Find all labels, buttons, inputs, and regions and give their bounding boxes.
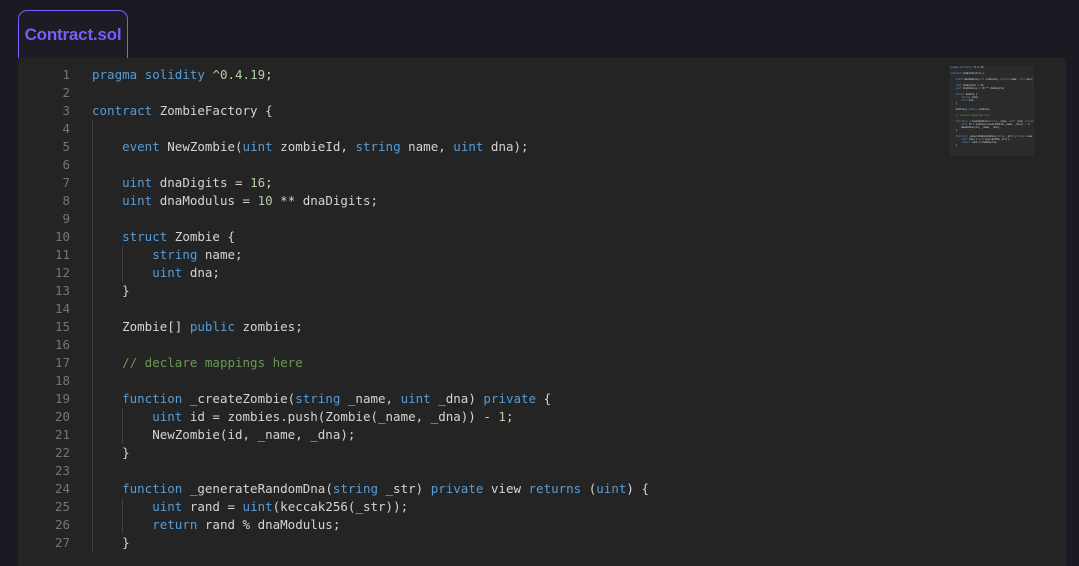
vertical-scrollbar[interactable] [1052,58,1066,566]
line-content: function _createZombie(string _name, uin… [122,391,552,406]
line-number: 13 [54,283,70,298]
code-line[interactable]: 1 pragma solidity ^0.4.19; [18,66,948,84]
line-content: Zombie[] public zombies; [92,319,303,334]
code-line[interactable]: 12 uint dna; [18,264,948,282]
line-content: string name; [152,247,243,262]
code-line[interactable]: 6 [18,156,948,174]
line-number: 24 [54,481,70,496]
line-number: 11 [54,247,70,262]
line-number: 14 [54,301,70,316]
line-number: 18 [54,373,70,388]
minimap-line: event NewZombie(uint zombieId, string na… [955,78,1034,81]
code-line[interactable]: 4 [18,120,948,138]
line-content: function _generateRandomDna(string _str)… [122,481,649,496]
line-number: 16 [54,337,70,352]
code-line[interactable]: 16 [18,336,948,354]
code-line[interactable]: 11 string name; [18,246,948,264]
line-content: // declare mappings here [122,355,303,370]
code-line[interactable]: 7 uint dnaDigits = 16; [18,174,948,192]
code-line[interactable]: 10 struct Zombie { [18,228,948,246]
line-content: struct Zombie { [122,229,235,244]
line-number: 8 [62,193,70,208]
line-number: 9 [62,211,70,226]
code-line[interactable]: 23 [18,462,948,480]
minimap[interactable]: pragma solidity ^0.4.19; contract Zombie… [950,58,1034,566]
code-line[interactable]: 17 // declare mappings here [18,354,948,372]
minimap-line: } [950,144,958,147]
line-content: uint dna; [152,265,220,280]
line-number: 26 [54,517,70,532]
line-number: 5 [62,139,70,154]
code-line[interactable]: 22 } [18,444,948,462]
code-editor[interactable]: 1 pragma solidity ^0.4.19; 2 3 contract Zomb… [18,58,1066,566]
line-number: 2 [62,85,70,100]
line-content: } [92,535,130,550]
line-number: 7 [62,175,70,190]
tab-label: Contract.sol [24,24,122,44]
line-number: 15 [54,319,70,334]
code-lines-container[interactable]: 1 pragma solidity ^0.4.19; 2 3 contract Zomb… [18,58,948,566]
code-line[interactable]: 15 Zombie[] public zombies; [18,318,948,336]
line-number: 1 [62,67,70,82]
code-line[interactable]: 14 [18,300,948,318]
line-content: return rand % dnaModulus; [152,517,341,532]
code-line[interactable]: 18 [18,372,948,390]
line-number: 27 [54,535,70,550]
code-line[interactable]: 25 uint rand = uint(keccak256(_str)); [18,498,948,516]
line-content: contract ZombieFactory { [92,103,273,118]
line-number: 23 [54,463,70,478]
code-line[interactable]: 8 uint dnaModulus = 10 ** dnaDigits; [18,192,948,210]
line-content: uint dnaDigits = 16; [122,175,273,190]
line-number: 12 [54,265,70,280]
line-content: uint rand = uint(keccak256(_str)); [152,499,409,514]
line-number: 4 [62,121,70,136]
line-number: 21 [54,427,70,442]
line-content: event NewZombie(uint zombieId, string na… [122,139,529,154]
line-number: 25 [54,499,70,514]
code-line[interactable]: 24 function _generateRandomDna(string _s… [18,480,948,498]
line-content: pragma solidity ^0.4.19; [92,67,273,82]
code-line[interactable]: 13 } [18,282,948,300]
code-line[interactable]: 21 NewZombie(id, _name, _dna); [18,426,948,444]
line-number: 22 [54,445,70,460]
line-content: } [92,283,130,298]
tab-bar: Contract.sol [0,0,1079,58]
line-content: } [92,445,130,460]
code-line[interactable]: 19 function _createZombie(string _name, … [18,390,948,408]
code-line[interactable]: 20 uint id = zombies.push(Zombie(_name, … [18,408,948,426]
line-number: 17 [54,355,70,370]
tab-contract-sol[interactable]: Contract.sol [18,10,128,58]
line-content: uint id = zombies.push(Zombie(_name, _dn… [152,409,514,424]
line-content: NewZombie(id, _name, _dna); [92,427,356,442]
code-line[interactable]: 2 [18,84,948,102]
line-number: 10 [54,229,70,244]
line-number: 20 [54,409,70,424]
line-number: 3 [62,103,70,118]
code-line[interactable]: 3 contract ZombieFactory { [18,102,948,120]
line-number: 19 [54,391,70,406]
code-line[interactable]: 26 return rand % dnaModulus; [18,516,948,534]
code-line[interactable]: 27 } [18,534,948,552]
line-content: uint dnaModulus = 10 ** dnaDigits; [122,193,378,208]
line-number: 6 [62,157,70,172]
code-line[interactable]: 9 [18,210,948,228]
code-line[interactable]: 5 event NewZombie(uint zombieId, string … [18,138,948,156]
